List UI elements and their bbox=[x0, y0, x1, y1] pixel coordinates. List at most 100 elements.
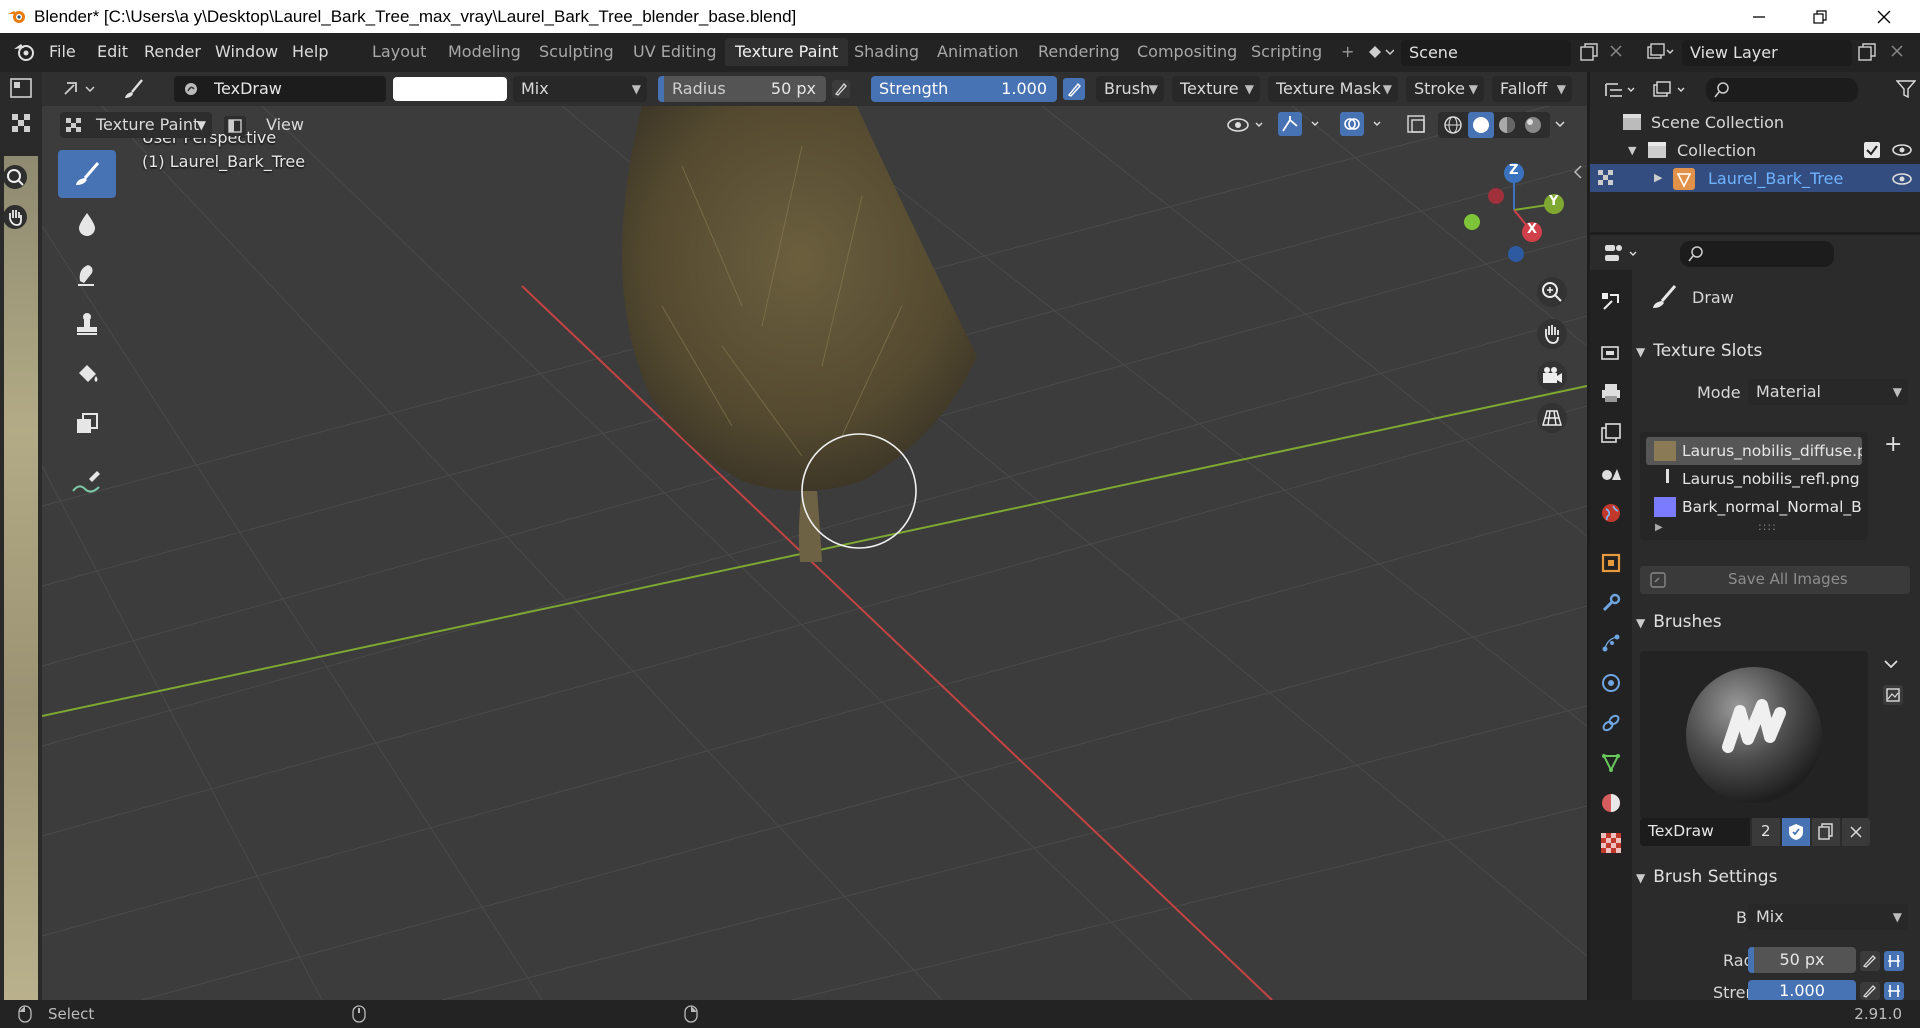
fake-user-toggle[interactable] bbox=[1782, 818, 1810, 846]
tab-view-layer[interactable] bbox=[1590, 413, 1632, 453]
properties-search-field[interactable] bbox=[1680, 241, 1834, 267]
brushes-panel-header[interactable]: ▼ Brushes bbox=[1636, 605, 1916, 639]
tab-scripting[interactable]: Scripting bbox=[1241, 38, 1332, 66]
ortho-toggle-grid-icon[interactable] bbox=[1536, 402, 1568, 434]
filter-funnel-icon[interactable] bbox=[1896, 80, 1916, 98]
texture-mode-dropdown[interactable]: Material ▼ bbox=[1748, 379, 1908, 405]
blend-mode-dropdown[interactable]: Mix ▼ bbox=[513, 76, 647, 102]
brush-menu[interactable]: Brush ▼ bbox=[1096, 76, 1164, 102]
3d-viewport[interactable]: User Perspective (1) Laurel_Bark_Tree bbox=[42, 106, 1587, 1000]
list-resize-grip-icon[interactable]: :::: bbox=[1758, 520, 1777, 533]
menu-render[interactable]: Render bbox=[144, 42, 201, 61]
tab-texture[interactable] bbox=[1590, 823, 1632, 863]
texture-menu[interactable]: Texture ▼ bbox=[1172, 76, 1260, 102]
navigation-gizmo[interactable]: Z Y X bbox=[1460, 160, 1580, 270]
mode-selector[interactable]: Texture Paint ▼ bbox=[60, 112, 212, 138]
view-layer-name-field[interactable]: View Layer bbox=[1682, 40, 1852, 66]
texture-slot-item[interactable]: Laurus_nobilis_refl.png bbox=[1650, 465, 1862, 493]
restore-button[interactable] bbox=[1792, 0, 1848, 33]
delete-scene-icon[interactable] bbox=[1609, 44, 1623, 58]
brush-color-swatch[interactable] bbox=[393, 77, 507, 101]
collection-label[interactable]: Collection bbox=[1677, 141, 1756, 160]
brush-settings-radius-slider[interactable]: 50 px bbox=[1748, 947, 1856, 973]
brush-tool-icon[interactable] bbox=[122, 78, 146, 100]
scene-collection-label[interactable]: Scene Collection bbox=[1651, 113, 1784, 132]
tab-data[interactable] bbox=[1590, 743, 1632, 783]
slot-toggle-icon[interactable] bbox=[224, 116, 246, 136]
brush-settings-blend-dropdown[interactable]: Mix ▼ bbox=[1748, 904, 1908, 930]
draw-tool-button[interactable] bbox=[58, 150, 116, 198]
annotate-tool-button[interactable] bbox=[58, 458, 116, 506]
brush-users-count[interactable]: 2 bbox=[1752, 818, 1780, 846]
smear-tool-button[interactable] bbox=[58, 250, 116, 298]
tool-transform-icon[interactable] bbox=[62, 79, 96, 99]
tab-rendering[interactable]: Rendering bbox=[1028, 38, 1130, 66]
delete-view-layer-icon[interactable] bbox=[1890, 44, 1904, 58]
minimize-button[interactable] bbox=[1731, 0, 1787, 33]
tab-shading[interactable]: Shading bbox=[844, 38, 929, 66]
tab-compositing[interactable]: Compositing bbox=[1127, 38, 1247, 66]
menu-file[interactable]: File bbox=[49, 42, 76, 61]
tab-material[interactable] bbox=[1590, 783, 1632, 823]
strength-slider[interactable]: Strength 1.000 bbox=[871, 76, 1057, 102]
unlink-brush-button[interactable] bbox=[1842, 818, 1870, 846]
editor-type-icon[interactable] bbox=[10, 78, 32, 98]
tab-physics[interactable] bbox=[1590, 663, 1632, 703]
menu-window[interactable]: Window bbox=[215, 42, 278, 61]
tab-world[interactable] bbox=[1590, 493, 1632, 533]
texture-mask-menu[interactable]: Texture Mask ▼ bbox=[1268, 76, 1398, 102]
blender-menu-icon[interactable] bbox=[13, 42, 35, 62]
texture-checker-icon[interactable] bbox=[12, 114, 30, 132]
radius-slider[interactable]: Radius 50 px bbox=[658, 76, 826, 102]
overlays-toggle-icon[interactable] bbox=[1340, 112, 1388, 136]
tab-modeling[interactable]: Modeling bbox=[438, 38, 531, 66]
tab-texture-paint[interactable]: Texture Paint bbox=[725, 38, 849, 66]
new-view-layer-icon[interactable] bbox=[1858, 43, 1876, 61]
scene-selector-icon[interactable] bbox=[1366, 42, 1394, 62]
view-layer-selector-icon[interactable] bbox=[1646, 42, 1674, 62]
radius-pressure-icon[interactable] bbox=[1860, 951, 1904, 971]
tab-sculpting[interactable]: Sculpting bbox=[529, 38, 624, 66]
pan-view-hand-icon[interactable] bbox=[1536, 318, 1568, 350]
strength-pressure-icon[interactable] bbox=[1860, 982, 1904, 1000]
object-expand-chevron-icon[interactable]: ▶ bbox=[1654, 171, 1662, 184]
tab-layout[interactable]: Layout bbox=[362, 38, 436, 66]
outliner-search-field[interactable] bbox=[1706, 78, 1858, 102]
scene-name-field[interactable]: Scene bbox=[1401, 40, 1571, 66]
object-eye-icon[interactable] bbox=[1892, 172, 1912, 186]
outliner-editor-type-icon[interactable] bbox=[1604, 80, 1638, 100]
tab-tool[interactable] bbox=[1590, 282, 1632, 322]
brush-preview-tile[interactable] bbox=[1640, 651, 1868, 819]
solid-shading-icon[interactable] bbox=[1468, 112, 1494, 138]
tab-output[interactable] bbox=[1590, 373, 1632, 413]
visibility-eye-icon[interactable] bbox=[1226, 114, 1266, 136]
brush-custom-icon-button[interactable] bbox=[1882, 684, 1904, 706]
gizmo-toggle-icon[interactable] bbox=[1278, 112, 1326, 136]
wireframe-shading-icon[interactable] bbox=[1442, 115, 1464, 135]
tab-modifiers[interactable] bbox=[1590, 583, 1632, 623]
save-all-images-button[interactable]: Save All Images bbox=[1640, 566, 1910, 594]
collection-eye-icon[interactable] bbox=[1892, 143, 1912, 157]
brush-settings-strength-slider[interactable]: 1.000 bbox=[1748, 980, 1856, 1000]
soften-tool-button[interactable] bbox=[58, 200, 116, 248]
tab-uv-editing[interactable]: UV Editing bbox=[623, 38, 726, 66]
texture-slot-item[interactable]: Laurus_nobilis_diffuse.p... bbox=[1650, 437, 1862, 465]
object-name-label[interactable]: Laurel_Bark_Tree bbox=[1708, 169, 1843, 188]
new-scene-icon[interactable] bbox=[1580, 43, 1598, 61]
add-texture-slot-button[interactable]: + bbox=[1884, 432, 1902, 457]
material-shading-icon[interactable] bbox=[1496, 115, 1518, 135]
collection-checkbox-icon[interactable] bbox=[1864, 142, 1880, 158]
properties-editor-type-icon[interactable] bbox=[1604, 243, 1640, 265]
zoom-view-icon[interactable] bbox=[1536, 276, 1568, 308]
brush-datablock-field[interactable]: TexDraw bbox=[174, 76, 386, 102]
texture-slots-panel-header[interactable]: ▼ Texture Slots bbox=[1636, 334, 1916, 368]
xray-toggle-icon[interactable] bbox=[1406, 114, 1428, 136]
tab-object[interactable] bbox=[1590, 543, 1632, 583]
view-menu[interactable]: View bbox=[258, 112, 312, 138]
clone-tool-button[interactable] bbox=[58, 300, 116, 348]
strength-pressure-icon[interactable] bbox=[1063, 78, 1085, 100]
fill-tool-button[interactable] bbox=[58, 350, 116, 398]
brush-settings-panel-header[interactable]: ▼ Brush Settings bbox=[1636, 860, 1916, 894]
tab-particles[interactable] bbox=[1590, 623, 1632, 663]
close-button[interactable] bbox=[1856, 0, 1912, 33]
